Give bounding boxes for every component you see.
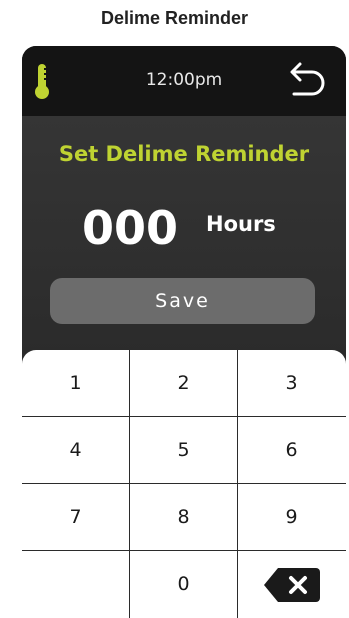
key-0[interactable]: 0: [130, 551, 237, 618]
key-blank: [22, 551, 129, 618]
hours-unit-label: Hours: [206, 212, 276, 236]
key-8[interactable]: 8: [130, 484, 237, 551]
key-2[interactable]: 2: [130, 350, 237, 417]
page-title: Delime Reminder: [100, 8, 249, 28]
key-3[interactable]: 3: [238, 350, 345, 417]
key-6[interactable]: 6: [238, 417, 345, 484]
reminder-panel: Set Delime Reminder 000 Hours Save: [22, 116, 346, 355]
hours-display: 000 Hours: [22, 198, 346, 258]
backspace-icon: [264, 568, 320, 602]
backspace-key[interactable]: [238, 551, 345, 618]
device-screen: 12:00pm Set Delime Reminder 000 Hours Sa…: [22, 46, 346, 618]
hours-value: 000: [81, 201, 179, 255]
key-4[interactable]: 4: [22, 417, 129, 484]
status-bar: 12:00pm: [22, 46, 346, 116]
key-9[interactable]: 9: [238, 484, 345, 551]
numeric-keypad: 1 2 3 4 5 6 7 8 9 0: [22, 350, 346, 618]
key-7[interactable]: 7: [22, 484, 129, 551]
key-1[interactable]: 1: [22, 350, 129, 417]
save-button[interactable]: Save: [50, 278, 315, 324]
screen-heading: Set Delime Reminder: [58, 142, 310, 166]
key-5[interactable]: 5: [130, 417, 237, 484]
back-arrow-icon[interactable]: [288, 60, 328, 100]
